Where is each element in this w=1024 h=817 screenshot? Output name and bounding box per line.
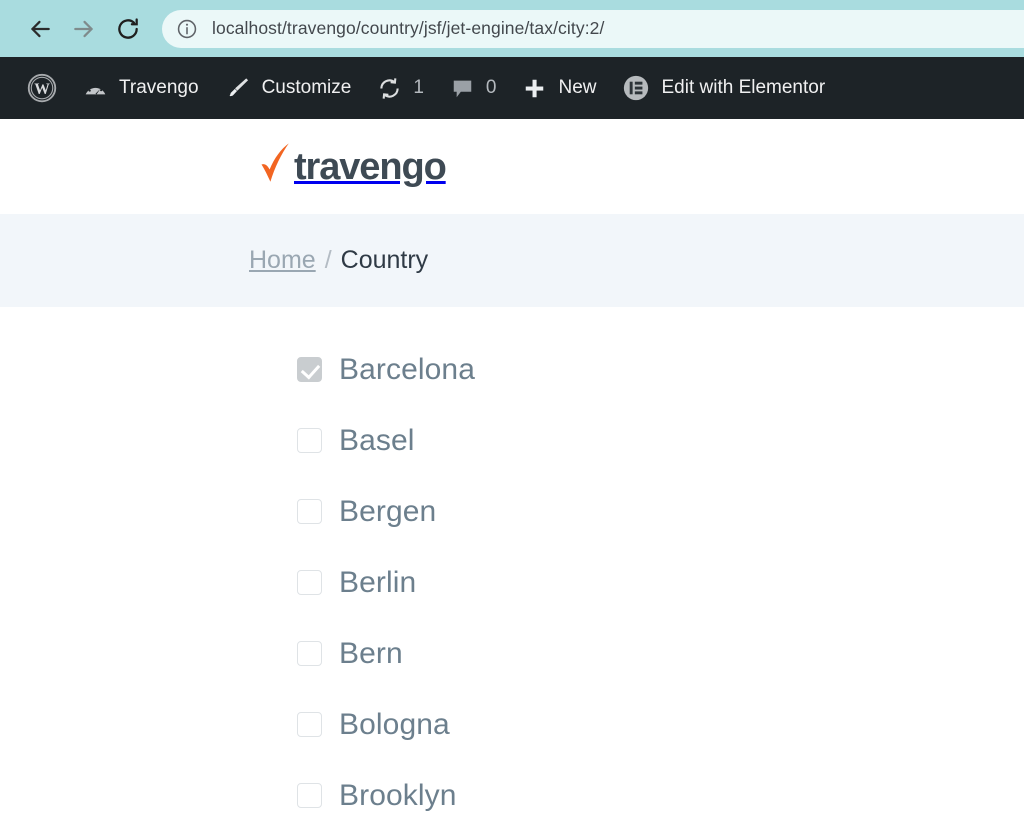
- forward-button[interactable]: [62, 7, 106, 51]
- list-item[interactable]: Berlin: [297, 547, 1024, 618]
- adminbar-new-content[interactable]: New: [509, 57, 609, 119]
- list-item-label: Brooklyn: [339, 778, 457, 812]
- paintbrush-icon: [225, 75, 251, 101]
- checkbox-brooklyn[interactable]: [297, 783, 322, 808]
- info-circle-icon[interactable]: [176, 18, 198, 40]
- adminbar-new-label: New: [558, 77, 597, 98]
- address-bar-url[interactable]: localhost/travengo/country/jsf/jet-engin…: [212, 18, 604, 39]
- back-button[interactable]: [18, 7, 62, 51]
- checkbox-barcelona[interactable]: [297, 357, 322, 382]
- comment-bubble-icon: [450, 76, 475, 101]
- checkbox-bergen[interactable]: [297, 499, 322, 524]
- adminbar-updates[interactable]: 1: [364, 57, 437, 119]
- adminbar-customize[interactable]: Customize: [212, 57, 365, 119]
- adminbar-site-name[interactable]: Travengo: [70, 57, 212, 119]
- adminbar-edit-with-elementor[interactable]: Edit with Elementor: [609, 57, 838, 119]
- dashboard-gauge-icon: [83, 76, 108, 101]
- adminbar-comments[interactable]: 0: [437, 57, 510, 119]
- adminbar-wordpress-logo[interactable]: W: [14, 57, 70, 119]
- site-header: travengo: [0, 119, 1024, 214]
- site-logo-text: travengo: [294, 145, 447, 188]
- city-filter-list: Barcelona Basel Bergen Berlin Bern Bolog…: [0, 307, 1024, 817]
- arrow-left-icon: [27, 16, 53, 42]
- adminbar-site-name-label: Travengo: [119, 77, 199, 98]
- breadcrumb-separator: /: [324, 246, 332, 274]
- list-item[interactable]: Bern: [297, 618, 1024, 689]
- list-item-label: Berlin: [339, 565, 417, 599]
- list-item-label: Bologna: [339, 707, 450, 741]
- reload-button[interactable]: [106, 7, 150, 51]
- checkbox-berlin[interactable]: [297, 570, 322, 595]
- breadcrumb-current: Country: [340, 246, 429, 274]
- browser-toolbar: localhost/travengo/country/jsf/jet-engin…: [0, 0, 1024, 57]
- breadcrumb-home-link[interactable]: Home: [249, 246, 316, 275]
- list-item[interactable]: Basel: [297, 405, 1024, 476]
- arrow-right-icon: [71, 16, 97, 42]
- adminbar-updates-count: 1: [413, 77, 424, 98]
- checkbox-bern[interactable]: [297, 641, 322, 666]
- updates-refresh-icon: [377, 76, 402, 101]
- address-bar[interactable]: localhost/travengo/country/jsf/jet-engin…: [162, 9, 1024, 48]
- plus-icon: [522, 76, 547, 101]
- list-item[interactable]: Barcelona: [297, 334, 1024, 405]
- list-item-label: Bergen: [339, 494, 437, 528]
- checkbox-basel[interactable]: [297, 428, 322, 453]
- svg-text:W: W: [34, 81, 50, 98]
- adminbar-customize-label: Customize: [261, 77, 352, 98]
- site-logo[interactable]: travengo: [258, 141, 447, 192]
- adminbar-elementor-label: Edit with Elementor: [661, 77, 826, 98]
- breadcrumb: Home / Country: [249, 246, 428, 275]
- wordpress-logo-icon: W: [27, 73, 57, 103]
- list-item-label: Bern: [339, 636, 403, 670]
- list-item[interactable]: Bergen: [297, 476, 1024, 547]
- list-item[interactable]: Bologna: [297, 689, 1024, 760]
- list-item[interactable]: Brooklyn: [297, 760, 1024, 817]
- adminbar-comments-count: 0: [485, 77, 497, 98]
- elementor-icon: [622, 74, 650, 102]
- orange-check-icon: [258, 141, 292, 192]
- list-item-label: Barcelona: [339, 352, 475, 386]
- breadcrumb-band: Home / Country: [0, 214, 1024, 307]
- list-item-label: Basel: [339, 423, 415, 457]
- reload-icon: [115, 16, 141, 42]
- wordpress-admin-bar: W Travengo Customize 1 0 New Edit with E…: [0, 57, 1024, 119]
- checkbox-bologna[interactable]: [297, 712, 322, 737]
